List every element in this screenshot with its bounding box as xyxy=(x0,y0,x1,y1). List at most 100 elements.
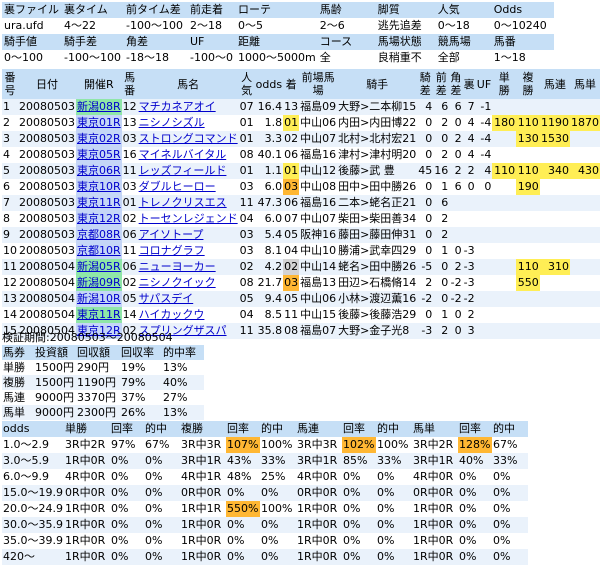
filter-cell: 前走着 xyxy=(188,2,236,18)
cell-mae: 福島16 xyxy=(299,195,338,211)
cell-venue[interactable]: 新潟10R xyxy=(76,291,122,307)
cell-kisa: 0 xyxy=(417,147,434,163)
cell-tan xyxy=(492,259,517,275)
cell-venue[interactable]: 京都10R xyxy=(76,243,122,259)
cell-uf xyxy=(475,243,493,259)
column-header: 馬連 xyxy=(539,69,570,99)
cell-tan xyxy=(492,323,517,339)
odds-cell: 0% xyxy=(375,501,412,517)
filter-header-row-1: 裏ファイル 裏タイム 前タイム差 前走着 ローテ 馬齢 脚質 人気 Odds xyxy=(2,2,554,18)
cell-uf xyxy=(475,307,493,323)
odds-header-row: odds 単勝 回率 的中 複勝 回率 的中 馬連 回率 的中 馬単 回率 的中 xyxy=(2,421,528,437)
summary-row: 馬単 9000円 2300円 26% 13% xyxy=(2,405,204,420)
cell-horse[interactable]: ニシノシズル xyxy=(137,115,239,131)
cell-venue[interactable]: 新潟09R xyxy=(76,275,122,291)
cell-horse[interactable]: トレノクリスエス xyxy=(137,195,239,211)
cell-kakusa xyxy=(449,195,463,211)
odds-row: 1.0〜2.9 3R中2R 97% 67% 3R中3R 107% 100% 3R中3R 102%… xyxy=(2,437,528,453)
filter-cell: 全 xyxy=(317,50,376,66)
cell-horse[interactable]: コロナグラフ xyxy=(137,243,239,259)
odds-cell: 0% xyxy=(491,485,528,501)
filter-cell: 2〜18 xyxy=(188,18,236,34)
column-header: 馬単 xyxy=(569,69,600,99)
filter-cell: 全部 xyxy=(435,50,492,66)
cell-venue[interactable]: 東京11R xyxy=(76,307,122,323)
cell-venue[interactable]: 東京01R xyxy=(76,115,122,131)
cell-kisa: -3 xyxy=(417,323,434,339)
cell-chaku: 04 xyxy=(283,243,300,259)
cell-umatan xyxy=(569,211,600,227)
cell-horse[interactable]: ニシノクイック xyxy=(137,275,239,291)
cell-venue[interactable]: 東京10R xyxy=(76,179,122,195)
cell-fuku: 550 xyxy=(516,275,540,291)
cell-no: 7 xyxy=(2,195,18,211)
cell-venue[interactable]: 東京11R xyxy=(76,195,122,211)
cell-chaku: 07 xyxy=(283,211,300,227)
cell-venue[interactable]: 東京12R xyxy=(76,211,122,227)
cell-no: 5 xyxy=(2,163,18,179)
filter-cell: 競馬場 xyxy=(435,34,492,50)
cell-venue[interactable]: 京都08R xyxy=(76,227,122,243)
cell-no: 1 xyxy=(2,99,18,115)
table-header-row: 番号 日付 開催R 馬番 馬名 人気 odds 着前場馬場 騎手 騎差 前差 角差裏 UF 単勝 複勝 馬連馬… xyxy=(2,69,600,99)
cell-ura: 3 xyxy=(462,323,476,339)
cell-horse[interactable]: マイネルバイタル xyxy=(137,147,239,163)
cell-venue[interactable]: 新潟05R xyxy=(76,259,122,275)
cell-chaku: 06 xyxy=(283,195,300,211)
odds-cell: 0% xyxy=(341,517,376,533)
odds-cell: 15.0〜19.9 xyxy=(2,485,64,501)
summary-table: 馬券 投資額 回収額 回収率 的中率 単勝 1500円 290円 19% 13% 複勝 1500円 11… xyxy=(2,345,204,420)
cell-venue[interactable]: 新潟08R xyxy=(76,99,122,115)
cell-horse[interactable]: ダブルヒーロー xyxy=(137,179,239,195)
summary-cell: 37% xyxy=(120,390,162,405)
cell-tan: 180 xyxy=(492,115,517,131)
cell-horse[interactable]: トーセンレジェンド xyxy=(137,211,239,227)
cell-odds: 40.1 xyxy=(254,147,284,163)
cell-horse[interactable]: ハイカックウ xyxy=(137,307,239,323)
cell-horse[interactable]: アイソトープ xyxy=(137,227,239,243)
cell-uf xyxy=(475,323,493,339)
cell-horse[interactable]: ニューヨーカー xyxy=(137,259,239,275)
cell-pop: 05 xyxy=(238,291,255,307)
cell-ban: 01 xyxy=(121,195,138,211)
summary-header: 回収率 xyxy=(120,345,162,360)
odds-cell: 0% xyxy=(109,453,144,469)
filter-cell: 角差 xyxy=(124,34,188,50)
filter-cell: 裏タイム xyxy=(62,2,124,18)
odds-cell: 33% xyxy=(491,453,528,469)
cell-kakusa: 6 xyxy=(449,99,463,115)
cell-horse[interactable]: マチカネアオイ xyxy=(137,99,239,115)
odds-cell: 43% xyxy=(225,453,260,469)
odds-cell: 0% xyxy=(457,469,492,485)
odds-cell: 420〜 xyxy=(2,549,64,565)
cell-date: 20080503 xyxy=(18,115,76,131)
cell-uf: -4 xyxy=(475,147,493,163)
cell-horse[interactable]: レッズフィールド xyxy=(137,163,239,179)
cell-uf xyxy=(475,195,493,211)
cell-date: 20080504 xyxy=(18,291,76,307)
cell-venue[interactable]: 東京06R xyxy=(76,163,122,179)
cell-uf: -1 xyxy=(475,99,493,115)
cell-venue[interactable]: 東京02R xyxy=(76,131,122,147)
odds-cell: 0% xyxy=(259,533,296,549)
filter-cell: UF xyxy=(188,34,236,50)
cell-fuku: 110 xyxy=(516,163,540,179)
cell-horse[interactable]: サパスデイ xyxy=(137,291,239,307)
filter-cell: -18〜18 xyxy=(124,50,188,66)
cell-pop: 01 xyxy=(238,131,255,147)
cell-kisa: 0 xyxy=(417,131,434,147)
cell-pop: 04 xyxy=(238,307,255,323)
odds-cell: 3.0〜5.9 xyxy=(2,453,64,469)
cell-horse[interactable]: ストロングコマンド xyxy=(137,131,239,147)
cell-ban: 06 xyxy=(121,227,138,243)
cell-fuku xyxy=(516,307,540,323)
filter-cell: 騎手値 xyxy=(2,34,62,50)
cell-ren xyxy=(539,147,570,163)
cell-kisa: -5 xyxy=(417,259,434,275)
cell-venue[interactable]: 東京05R xyxy=(76,147,122,163)
cell-tan xyxy=(492,195,517,211)
table-row: 8 20080503 東京12R 02 トーセンレジェンド 04 6.0 07 中山07 柴田>柴… xyxy=(2,211,600,227)
odds-cell: 35.0〜39.9 xyxy=(2,533,64,549)
cell-chaku: 01 xyxy=(283,115,300,131)
cell-maesa: 16 xyxy=(433,163,450,179)
